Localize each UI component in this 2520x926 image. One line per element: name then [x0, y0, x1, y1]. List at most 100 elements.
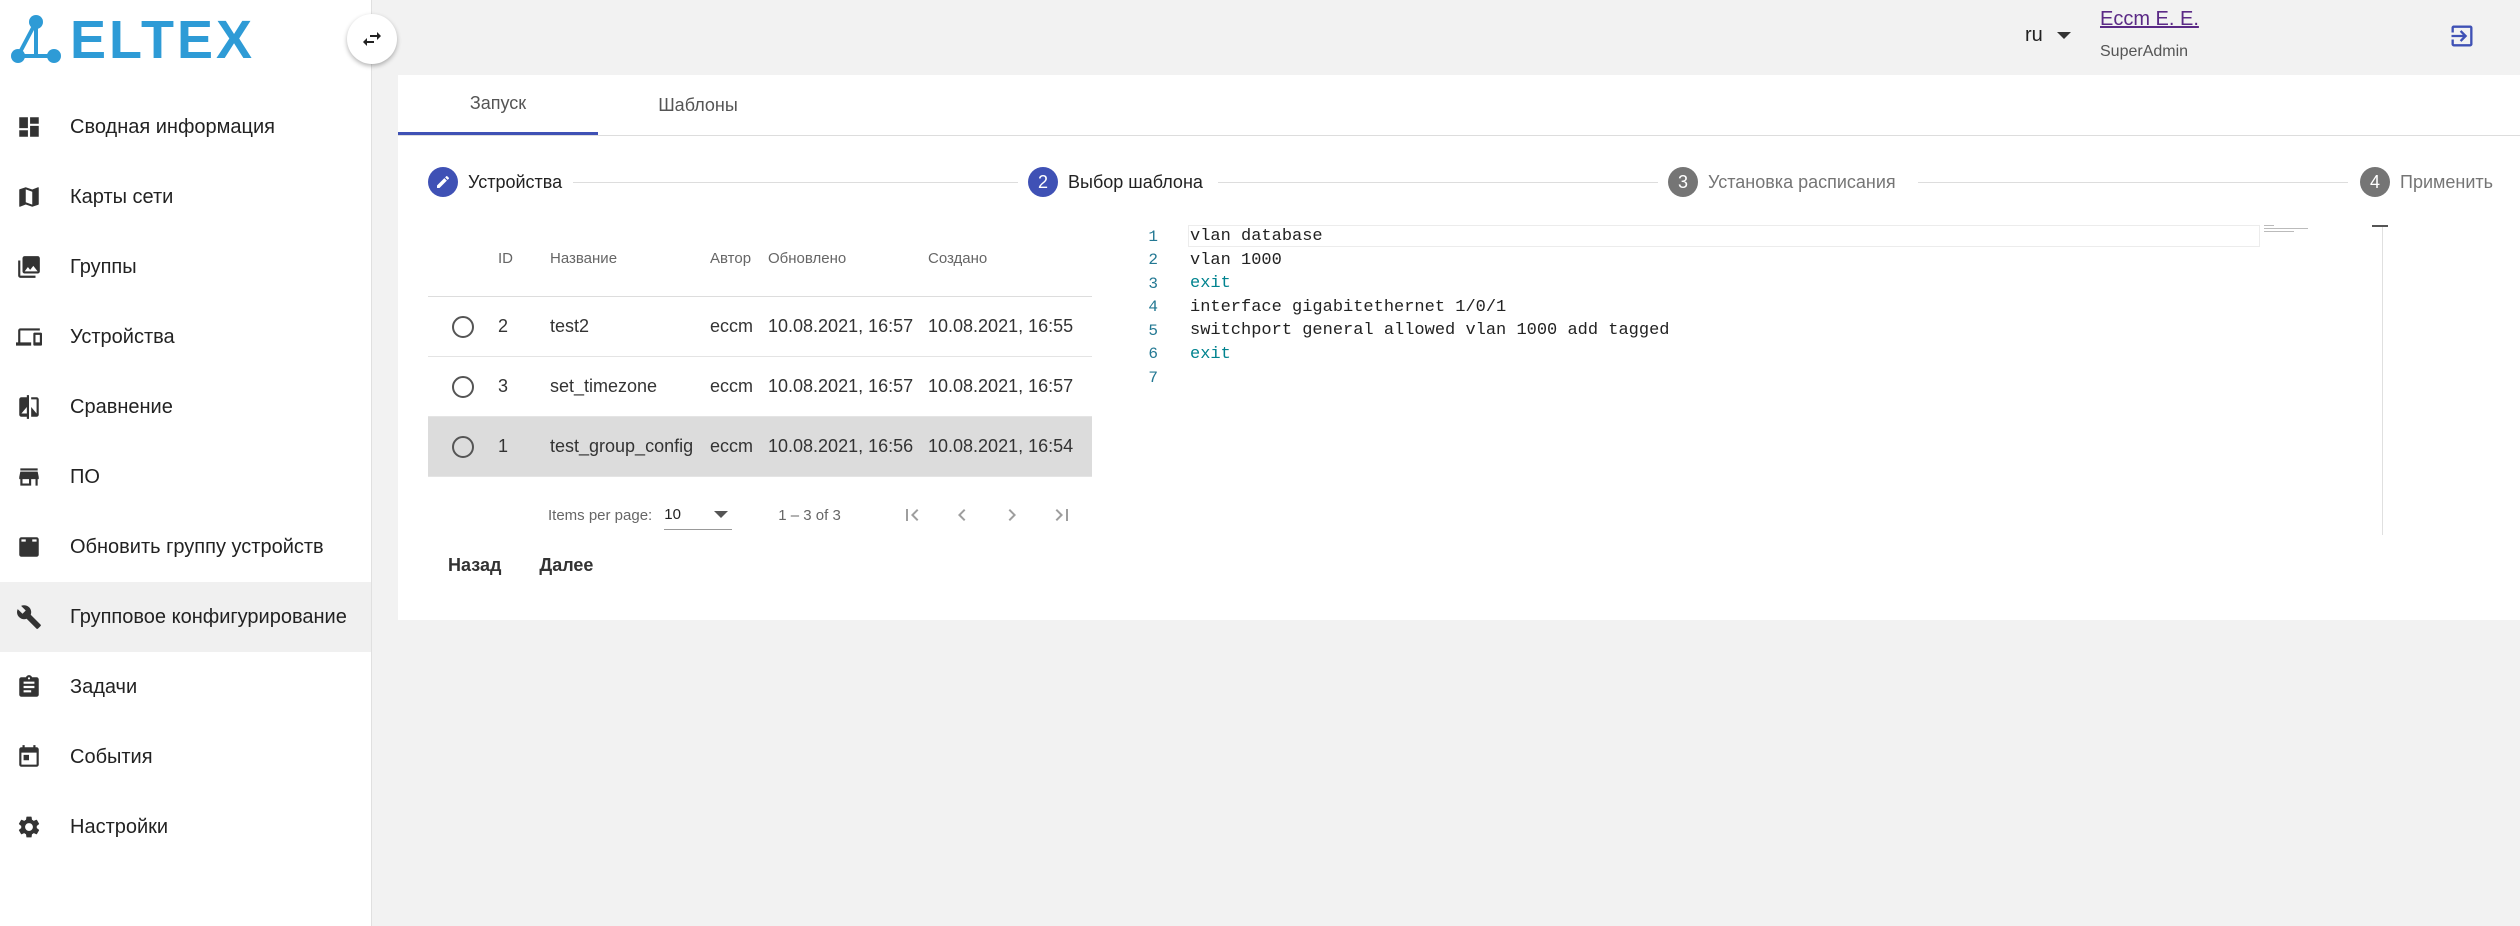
cell-id: 3 [498, 376, 509, 396]
back-button[interactable]: Назад [448, 555, 501, 576]
column-header-name[interactable]: Название [550, 250, 710, 267]
chevron-right-icon [1008, 509, 1016, 521]
calendar-icon [16, 744, 42, 770]
step-label: Применить [2400, 171, 2494, 192]
row-radio[interactable] [452, 375, 474, 398]
cell-author: eccm [710, 376, 754, 396]
sidebar-item-network-maps[interactable]: Карты сети [0, 162, 371, 232]
sidebar-item-label: Задачи [70, 675, 138, 698]
step-apply[interactable]: 4 Применить [2360, 165, 2493, 199]
compare-icon [16, 394, 42, 420]
cell-id: 1 [498, 436, 509, 456]
column-header-author[interactable]: Автор [710, 250, 768, 267]
code-text: exit [1190, 274, 1231, 294]
logout-icon[interactable] [2448, 22, 2476, 50]
sidebar-item-events[interactable]: События [0, 722, 371, 792]
language-value: ru [2025, 24, 2043, 46]
templates-table: ID Название Автор Обновлено Создано 2 te… [428, 220, 1092, 477]
sidebar-item-label: Обновить группу устройств [70, 535, 324, 558]
clipboard-icon [16, 674, 42, 700]
store-icon [16, 464, 42, 490]
editor-scrollbar[interactable] [2382, 225, 2383, 535]
line-number: 1 [1148, 227, 1158, 246]
first-page-button[interactable] [887, 495, 937, 535]
download-box-icon [16, 534, 42, 560]
table-row[interactable]: 2 test2 eccm 10.08.2021, 16:57 10.08.202… [428, 297, 1092, 357]
sidebar-item-label: ПО [70, 465, 100, 488]
editor-scroll-thumb[interactable] [2372, 225, 2388, 227]
items-per-page-label: Items per page: [548, 506, 653, 524]
table-header: ID Название Автор Обновлено Создано [428, 220, 1092, 297]
next-button[interactable]: Далее [539, 555, 593, 576]
sidebar-item-group-config[interactable]: Групповое конфигурирование [0, 582, 371, 652]
cell-created: 10.08.2021, 16:55 [928, 316, 1074, 336]
language-select[interactable]: ru [2025, 24, 2071, 47]
sidebar-item-devices[interactable]: Устройства [0, 302, 371, 372]
user-role: SuperAdmin [2100, 43, 2189, 60]
table-row[interactable]: 3 set_timezone eccm 10.08.2021, 16:57 10… [428, 357, 1092, 417]
step-label: Выбор шаблона [1068, 171, 1203, 192]
sidebar: ELTEX Сводная информация Карты сети Груп… [0, 0, 372, 926]
step-schedule[interactable]: 3 Установка расписания [1668, 165, 1896, 199]
column-header-id[interactable]: ID [498, 250, 550, 267]
tab-launch[interactable]: Запуск [398, 75, 598, 135]
step-devices[interactable]: Устройства [428, 165, 562, 199]
sidebar-item-compare[interactable]: Сравнение [0, 372, 371, 442]
sidebar-item-groups[interactable]: Группы [0, 232, 371, 302]
photo-library-icon [16, 254, 42, 280]
chevron-down-icon [2056, 32, 2071, 39]
sidebar-item-software[interactable]: ПО [0, 442, 371, 512]
step-edit-icon [428, 167, 458, 197]
column-header-updated[interactable]: Обновлено [768, 250, 928, 267]
code-text: interface gigabitethernet 1/0/1 [1190, 297, 1507, 317]
map-icon [16, 184, 42, 210]
code-line: 4 interface gigabitethernet 1/0/1 [1140, 296, 2380, 320]
wizard-actions: Назад Далее [448, 555, 631, 576]
sidebar-item-label: Групповое конфигурирование [70, 605, 347, 628]
page-range: 1 – 3 of 3 [778, 506, 841, 524]
line-number: 2 [1148, 251, 1158, 270]
sidebar-item-label: События [70, 745, 153, 768]
eltex-logo[interactable]: ELTEX [8, 12, 255, 68]
chevron-left-icon [957, 509, 966, 521]
chevron-down-icon [714, 511, 729, 518]
code-line: 5 switchport general allowed vlan 1000 ad… [1140, 319, 2380, 343]
cell-author: eccm [710, 316, 754, 336]
cell-id: 2 [498, 316, 509, 336]
page-size-select[interactable]: 10 [664, 501, 733, 530]
cell-updated: 10.08.2021, 16:57 [768, 316, 914, 336]
cell-created: 10.08.2021, 16:57 [928, 376, 1074, 396]
sidebar-toggle-button[interactable] [347, 14, 397, 64]
row-radio[interactable] [452, 435, 474, 458]
cell-name: set_timezone [550, 376, 658, 396]
sidebar-item-label: Сводная информация [70, 115, 275, 138]
previous-page-button[interactable] [937, 495, 987, 535]
step-label: Устройства [468, 171, 563, 192]
row-radio[interactable] [452, 315, 474, 338]
cell-updated: 10.08.2021, 16:56 [768, 436, 914, 456]
next-page-button[interactable] [987, 495, 1037, 535]
tab-templates[interactable]: Шаблоны [598, 75, 798, 135]
code-line: 7 [1140, 366, 2380, 390]
step-connector [1918, 182, 2348, 183]
step-connector [1218, 182, 1658, 183]
current-line-highlight [1188, 225, 2260, 247]
template-code-editor[interactable]: 1 vlan database 2 vlan 1000 3 exit 4 interfa… [1140, 225, 2388, 543]
column-header-created[interactable]: Создано [928, 250, 1092, 267]
code-text: exit [1190, 344, 1231, 364]
sidebar-item-update-group[interactable]: Обновить группу устройств [0, 512, 371, 582]
swap-arrows-icon [363, 32, 381, 46]
last-page-button[interactable] [1037, 495, 1087, 535]
table-row-selected[interactable]: 1 test_group_config eccm 10.08.2021, 16:… [428, 417, 1092, 477]
sidebar-item-label: Сравнение [70, 395, 173, 418]
sidebar-item-tasks[interactable]: Задачи [0, 652, 371, 722]
editor-minimap[interactable] [2264, 225, 2308, 235]
code-text: switchport general allowed vlan 1000 add… [1190, 321, 1670, 341]
gear-icon [16, 814, 42, 840]
line-number: 7 [1148, 368, 1158, 387]
step-template-select[interactable]: 2 Выбор шаблона [1028, 165, 1203, 199]
sidebar-item-summary[interactable]: Сводная информация [0, 92, 371, 162]
line-number: 6 [1148, 345, 1158, 364]
sidebar-item-settings[interactable]: Настройки [0, 792, 371, 862]
user-name-link[interactable]: Eccm E. E. [2100, 8, 2199, 31]
